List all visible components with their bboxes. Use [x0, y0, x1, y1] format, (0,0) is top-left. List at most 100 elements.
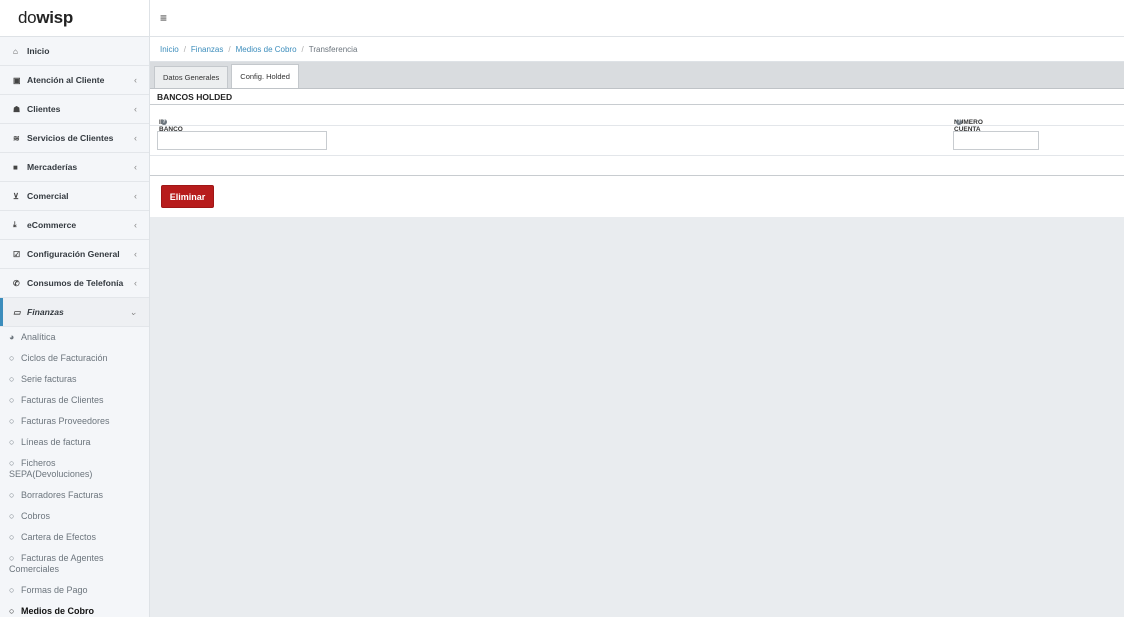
submenu-item-label: Cartera de Efectos	[21, 532, 97, 542]
tab-bar: Datos Generales Config. Holded	[150, 62, 1124, 89]
pie-chart-icon: ◕	[9, 332, 15, 342]
submenu-item-facturas-agentes-comerciales[interactable]: ○ Facturas de Agentes Comerciales	[0, 548, 149, 580]
submenu-item-medios-de-cobro[interactable]: ○ Medios de Cobro	[0, 601, 149, 617]
submenu-item-label: Facturas de Agentes	[21, 553, 104, 563]
content-card: Datos Generales Config. Holded BANCOS HO…	[150, 62, 1124, 217]
submenu-item-label: Serie facturas	[21, 374, 77, 384]
users-icon: ☗	[13, 104, 21, 114]
sidebar-item-label: Clientes	[27, 104, 61, 114]
submenu-item-label-continued: Comerciales	[9, 564, 60, 574]
submenu-item-text: Ficheros SEPA(Devoluciones)	[9, 458, 92, 480]
breadcrumb-finanzas[interactable]: Finanzas	[191, 45, 223, 54]
submenu-item-label: Líneas de factura	[21, 437, 91, 447]
chevron-down-icon: ⌄	[129, 306, 137, 317]
sidebar-item-atencion-al-cliente[interactable]: ▣ Atención al Cliente ‹	[0, 66, 149, 95]
sidebar-item-mercaderias[interactable]: ■ Mercaderías ‹	[0, 153, 149, 182]
circle-icon: ○	[9, 490, 15, 500]
submenu-item-analitica[interactable]: ◕ Analítica	[0, 327, 149, 348]
circle-icon: ○	[9, 458, 15, 468]
submenu-item-lineas-de-factura[interactable]: ○ Líneas de factura	[0, 432, 149, 453]
submenu-item-label: Formas de Pago	[21, 585, 88, 595]
chevron-left-icon: ‹	[134, 191, 137, 201]
sidebar-item-label: Comercial	[27, 191, 69, 201]
money-icon: ▭	[13, 307, 21, 317]
chevron-left-icon: ‹	[134, 220, 137, 230]
logo-text-light: do	[18, 8, 37, 27]
submenu-item-text: Analítica	[21, 332, 56, 343]
breadcrumb-separator: /	[183, 44, 186, 54]
logo-text-bold: wisp	[36, 8, 73, 27]
help-icon[interactable]: ?	[956, 119, 962, 125]
submenu-item-text: Formas de Pago	[21, 585, 88, 596]
submenu-item-ciclos-de-facturacion[interactable]: ○ Ciclos de Facturación	[0, 348, 149, 369]
wifi-icon: ≋	[13, 133, 20, 143]
section-title: BANCOS HOLDED	[150, 89, 1124, 105]
submenu-item-text: Ciclos de Facturación	[21, 353, 108, 364]
submenu-item-label: Medios de Cobro	[21, 606, 95, 616]
numero-cuenta-input[interactable]	[953, 131, 1039, 150]
top-navbar: ≡	[150, 0, 1124, 37]
circle-icon: ○	[9, 511, 15, 521]
submenu-item-label: Facturas Proveedores	[21, 416, 110, 426]
sidebar-item-label: Servicios de Clientes	[27, 133, 114, 143]
finanzas-submenu: ◕ Analítica ○ Ciclos de Facturación ○ Serie f…	[0, 327, 149, 617]
sidebar-item-clientes[interactable]: ☗ Clientes ‹	[0, 95, 149, 124]
id-banco-input[interactable]	[157, 131, 327, 150]
help-icon[interactable]: ?	[161, 119, 167, 125]
circle-icon: ○	[9, 585, 15, 595]
sidebar-item-consumos-de-telefonia[interactable]: ✆ Consumos de Telefonía ‹	[0, 269, 149, 298]
sidebar-item-servicios-de-clientes[interactable]: ≋ Servicios de Clientes ‹	[0, 124, 149, 153]
chevron-left-icon: ‹	[134, 249, 137, 259]
sidebar-item-label: Atención al Cliente	[27, 75, 105, 85]
circle-icon: ○	[9, 532, 15, 542]
empty-row	[150, 156, 1124, 176]
menu-toggle-icon[interactable]: ≡	[160, 11, 167, 25]
submenu-item-label: Borradores Facturas	[21, 490, 104, 500]
breadcrumb-inicio[interactable]: Inicio	[160, 45, 179, 54]
submenu-item-borradores-facturas[interactable]: ○ Borradores Facturas	[0, 485, 149, 506]
circle-icon: ○	[9, 353, 15, 363]
sidebar-item-finanzas[interactable]: ▭ Finanzas ⌄	[0, 298, 149, 327]
submenu-item-label: Facturas de Clientes	[21, 395, 104, 405]
chevron-left-icon: ‹	[134, 133, 137, 143]
breadcrumb-separator: /	[301, 44, 304, 54]
checklist-icon: ☑	[13, 249, 21, 259]
sidebar-item-label: Finanzas	[27, 307, 64, 317]
breadcrumb-separator: /	[228, 44, 231, 54]
calendar-icon: ▣	[13, 75, 21, 85]
sidebar-item-ecommerce[interactable]: ⤓ eCommerce ‹	[0, 211, 149, 240]
chevron-left-icon: ‹	[134, 75, 137, 85]
delete-button[interactable]: Eliminar	[161, 185, 214, 208]
sidebar-nav: ⌂ Inicio ▣ Atención al Cliente ‹ ☗ Clientes ‹ ≋ S…	[0, 37, 149, 327]
cart-icon: ⊻	[13, 191, 19, 201]
submenu-item-ficheros-sepa[interactable]: ○ Ficheros SEPA(Devoluciones)	[0, 453, 149, 485]
breadcrumb-medios-de-cobro[interactable]: Medios de Cobro	[236, 45, 297, 54]
sidebar-item-inicio[interactable]: ⌂ Inicio	[0, 37, 149, 66]
submenu-item-label: Ficheros	[21, 458, 56, 468]
submenu-item-facturas-proveedores[interactable]: ○ Facturas Proveedores	[0, 411, 149, 432]
sidebar-item-label: Configuración General	[27, 249, 120, 259]
submenu-item-formas-de-pago[interactable]: ○ Formas de Pago	[0, 580, 149, 601]
submenu-item-cartera-de-efectos[interactable]: ○ Cartera de Efectos	[0, 527, 149, 548]
submenu-item-serie-facturas[interactable]: ○ Serie facturas	[0, 369, 149, 390]
chevron-left-icon: ‹	[134, 104, 137, 114]
tab-config-holded[interactable]: Config. Holded	[231, 64, 299, 88]
brand-logo[interactable]: do wisp	[0, 0, 149, 37]
home-icon: ⌂	[13, 46, 18, 56]
sidebar-item-comercial[interactable]: ⊻ Comercial ‹	[0, 182, 149, 211]
circle-icon: ○	[9, 416, 15, 426]
actions-bar: Eliminar	[150, 176, 1124, 216]
submenu-item-label: Analítica	[21, 332, 56, 342]
sidebar-item-label: Inicio	[27, 46, 50, 56]
download-icon: ⤓	[13, 220, 17, 229]
tab-datos-generales[interactable]: Datos Generales	[154, 66, 229, 88]
submenu-item-label: Cobros	[21, 511, 51, 521]
sidebar-item-label: Mercaderías	[27, 162, 78, 172]
sidebar: do wisp ⌂ Inicio ▣ Atención al Cliente ‹ ☗ Clie…	[0, 0, 150, 617]
submenu-item-cobros[interactable]: ○ Cobros	[0, 506, 149, 527]
submenu-item-text: Medios de Cobro	[21, 606, 94, 617]
submenu-item-text: Borradores Facturas	[21, 490, 103, 501]
sidebar-item-configuracion-general[interactable]: ☑ Configuración General ‹	[0, 240, 149, 269]
submenu-item-facturas-de-clientes[interactable]: ○ Facturas de Clientes	[0, 390, 149, 411]
sidebar-item-label: Consumos de Telefonía	[27, 278, 124, 288]
